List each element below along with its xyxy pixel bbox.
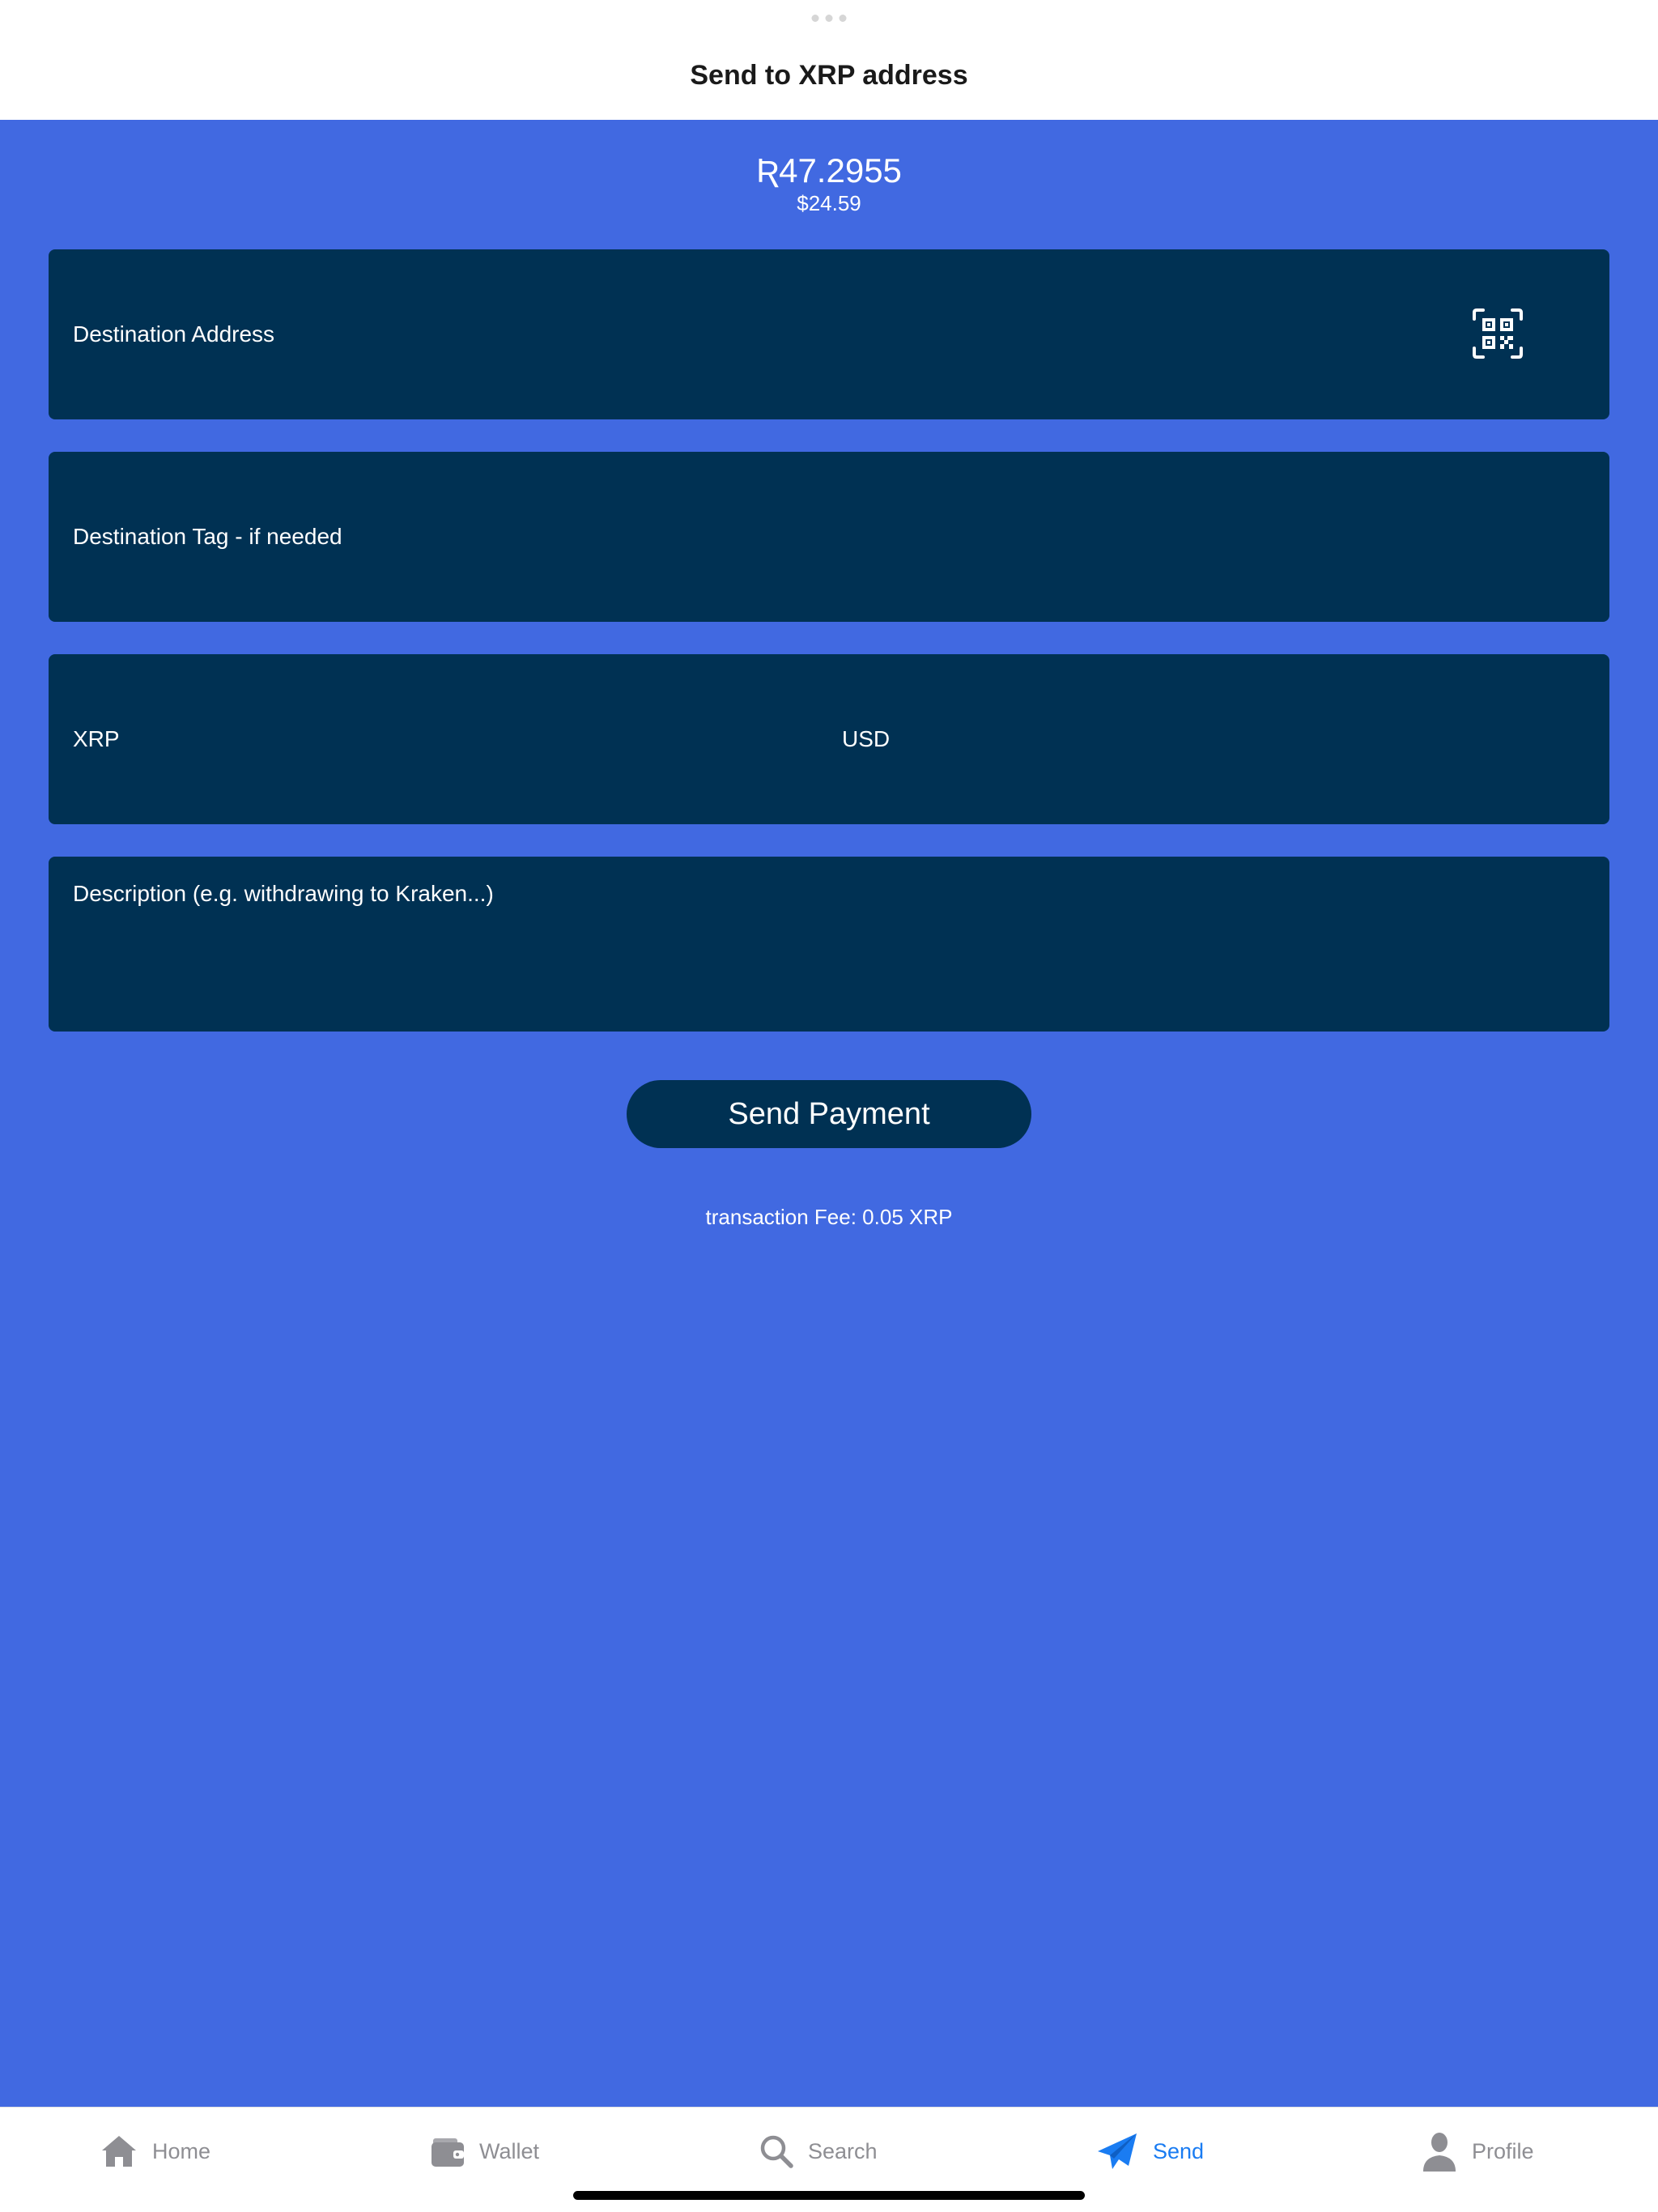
grabber-dot [839,15,847,22]
tab-home-label: Home [152,2138,211,2163]
destination-tag-field[interactable]: Destination Tag - if needed [49,452,1609,622]
grabber-dot [825,15,833,22]
tab-wallet-label: Wallet [479,2138,540,2163]
person-icon [1423,2133,1456,2172]
amount-field-group: XRP USD [49,654,1609,824]
description-field[interactable]: Description (e.g. withdrawing to Kraken.… [49,857,1609,1032]
balance-usd: $24.59 [797,191,861,215]
balance-xrp: Ʀ47.2955 [756,151,902,189]
send-payment-button[interactable]: Send Payment [627,1080,1031,1148]
tab-search-label: Search [808,2138,878,2163]
tab-send-label: Send [1153,2138,1205,2163]
wallet-icon [432,2138,464,2167]
xrp-amount-input[interactable]: XRP [73,726,120,752]
tab-send[interactable]: Send [1096,2129,1204,2174]
grabber-dot [811,15,819,22]
destination-tag-placeholder: Destination Tag - if needed [73,524,342,549]
paper-plane-icon [1098,2133,1137,2169]
tab-profile[interactable]: Profile [1422,2129,1534,2174]
usd-amount-input[interactable]: USD [842,726,890,752]
send-form-screen: Ʀ47.2955 $24.59 Destination Address Dest… [0,120,1658,2107]
home-icon [102,2136,136,2167]
tab-profile-label: Profile [1472,2138,1534,2163]
description-placeholder: Description (e.g. withdrawing to Kraken.… [73,881,494,906]
tab-search[interactable]: Search [759,2129,878,2174]
destination-address-placeholder: Destination Address [73,321,275,347]
transaction-fee-text: transaction Fee: 0.05 XRP [705,1205,953,1229]
sheet-grabber[interactable] [811,15,847,22]
nav-header: Send to XRP address [0,0,1658,121]
tab-home[interactable]: Home [100,2129,210,2174]
balance-display: Ʀ47.2955 $24.59 [0,151,1658,215]
qr-code-scan-icon[interactable] [1472,308,1524,359]
search-icon [760,2135,793,2168]
home-indicator[interactable] [573,2191,1085,2200]
page-title: Send to XRP address [690,60,968,91]
destination-address-field[interactable]: Destination Address [49,249,1609,419]
tab-wallet[interactable]: Wallet [431,2129,539,2174]
